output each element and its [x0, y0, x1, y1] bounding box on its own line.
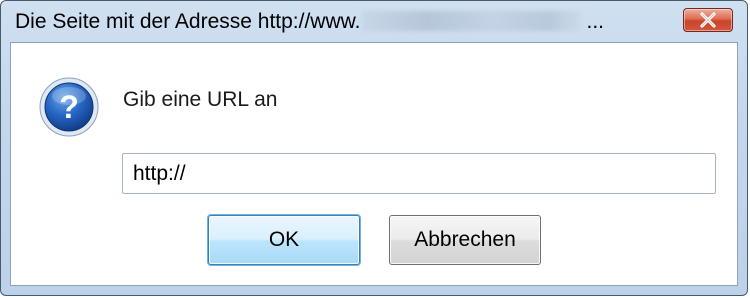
- redacted-domain: [362, 11, 583, 31]
- prompt-dialog-window: Die Seite mit der Adresse http://www....…: [0, 0, 748, 296]
- title-bar[interactable]: Die Seite mit der Adresse http://www....: [1, 1, 747, 43]
- url-input[interactable]: [122, 153, 716, 194]
- dialog-body: ? Gib eine URL an OK Abbrechen: [10, 42, 738, 286]
- ok-button[interactable]: OK: [208, 215, 360, 265]
- cancel-button[interactable]: Abbrechen: [389, 215, 541, 265]
- prompt-text: Gib eine URL an: [123, 88, 278, 111]
- svg-text:?: ?: [59, 89, 79, 125]
- close-button[interactable]: [683, 8, 733, 32]
- close-icon: [700, 12, 716, 28]
- question-icon: ?: [39, 77, 99, 137]
- title-ellipsis: ...: [586, 10, 604, 33]
- window-title-text: Die Seite mit der Adresse http://www.: [15, 10, 361, 33]
- window-title: Die Seite mit der Adresse http://www....: [15, 10, 604, 34]
